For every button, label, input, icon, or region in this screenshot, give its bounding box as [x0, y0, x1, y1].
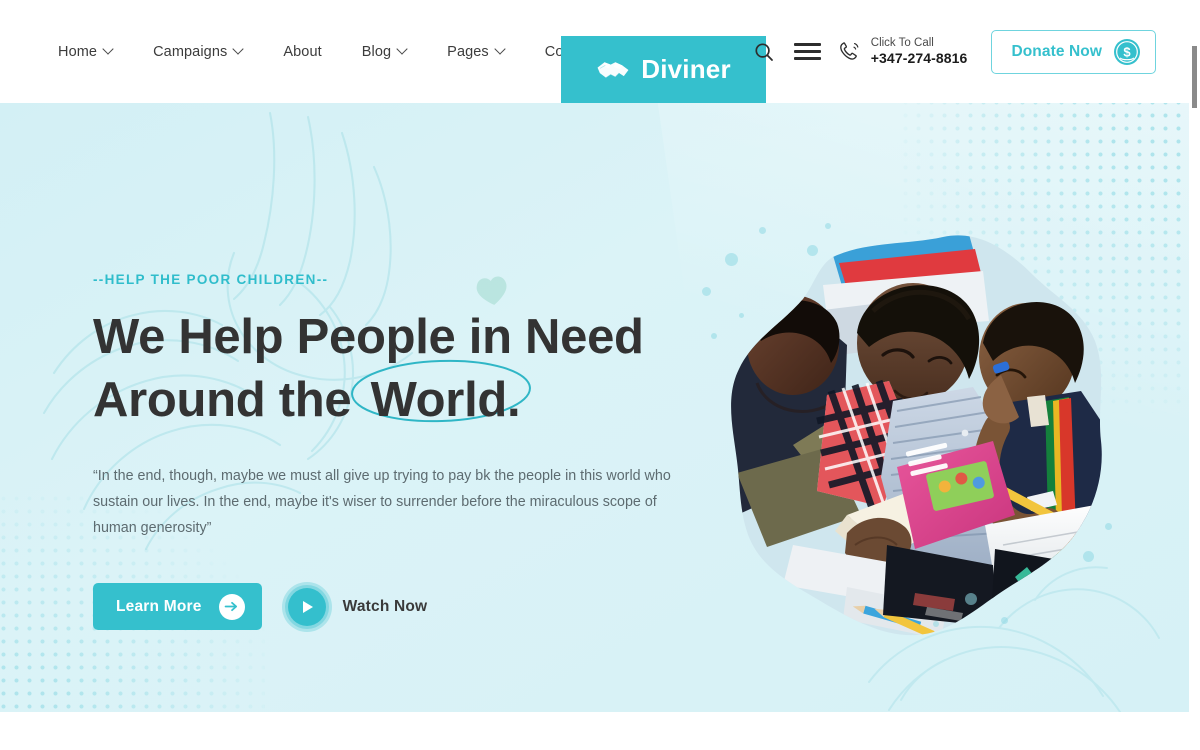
- hero-eyebrow: --HELP THE POOR CHILDREN--: [93, 272, 329, 287]
- search-icon: [755, 42, 773, 61]
- site-header: Home Campaigns About Blog Pages Contact: [0, 0, 1189, 103]
- header-actions: Click To Call +347-274-8816 Donate Now $: [742, 0, 1156, 103]
- learn-more-button[interactable]: Learn More: [93, 583, 262, 630]
- svg-text:$: $: [1123, 44, 1131, 59]
- nav-item-blog[interactable]: Blog: [342, 0, 427, 103]
- nav-label: Blog: [361, 43, 392, 60]
- nav-label: About: [283, 43, 322, 60]
- search-button[interactable]: [742, 30, 786, 74]
- call-text-block: Click To Call +347-274-8816: [871, 36, 968, 68]
- arrow-right-circle-icon: [218, 593, 245, 620]
- page-bottom-spacer: [0, 712, 1189, 750]
- hero-section: --HELP THE POOR CHILDREN-- We Help Peopl…: [0, 103, 1189, 712]
- page-scrollbar[interactable]: [1189, 0, 1200, 750]
- hero-content: --HELP THE POOR CHILDREN-- We Help Peopl…: [93, 272, 693, 632]
- nav-item-about[interactable]: About: [263, 0, 341, 103]
- hero-title-highlight-wrap: World.: [350, 359, 531, 432]
- scrollbar-thumb[interactable]: [1192, 46, 1197, 108]
- main-navigation: Home Campaigns About Blog Pages Contact: [58, 0, 615, 103]
- call-number: +347-274-8816: [870, 49, 968, 66]
- nav-label: Campaigns: [153, 43, 228, 60]
- chevron-down-icon: [104, 45, 113, 54]
- children-reading-photo: [731, 235, 1102, 636]
- nav-label: Pages: [447, 43, 489, 60]
- landing-page: Home Campaigns About Blog Pages Contact: [0, 0, 1200, 750]
- site-logo[interactable]: Diviner: [561, 36, 766, 103]
- hero-cta-group: Learn More Watch Now: [93, 581, 693, 632]
- hero-title-line-2-prefix: Around the: [93, 373, 365, 427]
- call-label: Click To Call: [870, 36, 934, 49]
- donate-now-button[interactable]: Donate Now $: [991, 29, 1156, 74]
- phone-ring-icon: [839, 41, 859, 60]
- hero-title: We Help People in Need Around the World.: [93, 306, 693, 432]
- hero-title-highlight: World.: [370, 373, 521, 427]
- learn-more-label: Learn More: [116, 597, 202, 615]
- chevron-down-icon: [398, 45, 407, 54]
- nav-item-home[interactable]: Home: [58, 0, 133, 103]
- nav-item-campaigns[interactable]: Campaigns: [133, 0, 263, 103]
- logo-text: Diviner: [641, 54, 731, 84]
- watch-now-label: Watch Now: [342, 597, 428, 615]
- handshake-icon: [597, 61, 629, 78]
- chevron-down-icon: [496, 45, 505, 54]
- click-to-call[interactable]: Click To Call +347-274-8816: [836, 36, 968, 68]
- chevron-down-icon: [234, 45, 243, 54]
- nav-item-pages[interactable]: Pages: [427, 0, 525, 103]
- hero-description: “In the end, though, maybe we must all g…: [93, 468, 671, 536]
- play-circle-icon: [281, 581, 332, 632]
- hero-image: [697, 215, 1137, 665]
- donate-label: Donate Now: [1011, 42, 1102, 60]
- menu-button[interactable]: [786, 30, 830, 74]
- dollar-coin-icon: $: [1114, 38, 1140, 65]
- watch-now-button[interactable]: Watch Now: [281, 581, 428, 632]
- hamburger-menu-icon: [794, 43, 822, 60]
- nav-label: Home: [58, 43, 98, 60]
